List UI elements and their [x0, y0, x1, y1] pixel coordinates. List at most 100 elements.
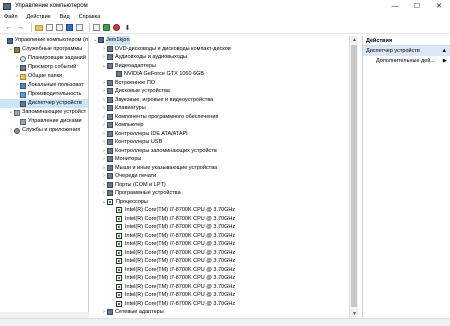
- show-hide-tree-icon[interactable]: [46, 24, 53, 31]
- menu-action[interactable]: Действие: [27, 14, 51, 20]
- up-folder-icon[interactable]: [35, 24, 43, 31]
- scroll-thumb[interactable]: [351, 45, 357, 307]
- device-category[interactable]: ⌄ Процессоры: [90, 198, 349, 207]
- device-category[interactable]: › Порты (COM и LPT): [90, 181, 349, 190]
- cpu-list-item[interactable]: Intel(R) Core(TM) i7-8700K CPU @ 3.70GHz: [90, 291, 349, 300]
- console-icon[interactable]: [76, 24, 83, 31]
- device-category[interactable]: › Контроллеры IDE ATA/ATAPI: [90, 130, 349, 139]
- tree-item[interactable]: › Локальные пользоват: [0, 81, 88, 90]
- device-category[interactable]: ⌄ Видеоадаптеры: [90, 62, 349, 71]
- properties-icon[interactable]: [56, 24, 63, 31]
- device-icon: [107, 309, 113, 316]
- cpu-list-item[interactable]: Intel(R) Core(TM) i7-8700K CPU @ 3.70GHz: [90, 223, 349, 232]
- tree-item[interactable]: ⌄ Запоминающие устройст: [0, 108, 88, 117]
- window-title: Управление компьютером: [15, 3, 88, 9]
- minimize-button[interactable]: —: [384, 0, 406, 12]
- dev-icon: [20, 64, 26, 71]
- device-category[interactable]: › Компоненты программного обеспечения: [90, 113, 349, 122]
- cpu-list-item[interactable]: Intel(R) Core(TM) i7-8700K CPU @ 3.70GHz: [90, 266, 349, 275]
- help-icon[interactable]: [66, 24, 73, 31]
- close-button[interactable]: ✕: [428, 0, 450, 12]
- computer-icon: [98, 37, 104, 44]
- device-label: Контроллеры запоминающих устройств: [115, 147, 217, 154]
- device-category[interactable]: NVIDIA GeForce GTX 1060 6GB: [90, 70, 349, 79]
- forward-arrow-icon[interactable]: →: [16, 23, 25, 32]
- device-category[interactable]: › Мониторы: [90, 155, 349, 164]
- device-category[interactable]: ⌄ Jem1kjon: [90, 36, 349, 45]
- actions-section-label: Диспетчер устройств: [366, 48, 420, 54]
- menu-view[interactable]: Вид: [60, 14, 70, 20]
- processor-icon: [107, 198, 113, 205]
- cpu-list-item[interactable]: Intel(R) Core(TM) i7-8700K CPU @ 3.70GHz: [90, 249, 349, 258]
- cpu-list-item[interactable]: Intel(R) Core(TM) i7-8700K CPU @ 3.70GHz: [90, 232, 349, 241]
- device-category[interactable]: › Компьютер: [90, 121, 349, 130]
- device-category[interactable]: › Сетевые адаптеры: [90, 308, 349, 317]
- device-icon: [107, 96, 113, 103]
- device-label: Компоненты программного обеспечения: [115, 113, 219, 120]
- device-label: Intel(R) Core(TM) i7-8700K CPU @ 3.70GHz: [125, 258, 236, 264]
- tree-item[interactable]: ⌄ Служебные программы: [0, 45, 88, 54]
- device-icon: [107, 88, 113, 95]
- tree-item[interactable]: › Службы и приложения: [0, 126, 88, 135]
- scan-hardware-icon[interactable]: [93, 24, 100, 31]
- device-category[interactable]: › Мыши и иные указывающие устройства: [90, 164, 349, 173]
- menu-bar: Файл Действие Вид Справка: [0, 12, 450, 22]
- tree-item[interactable]: Управление компьютером (л: [0, 36, 88, 45]
- uninstall-device-icon[interactable]: [113, 24, 120, 31]
- cpu-list-item[interactable]: Intel(R) Core(TM) i7-8700K CPU @ 3.70GHz: [90, 283, 349, 292]
- processor-icon: [116, 258, 122, 265]
- toolbar: ← → ⬇: [0, 22, 450, 34]
- back-arrow-icon[interactable]: ←: [4, 23, 13, 32]
- processor-icon: [116, 215, 122, 222]
- device-icon: [107, 173, 113, 180]
- menu-help[interactable]: Справка: [79, 14, 101, 20]
- cpu-list-item[interactable]: Intel(R) Core(TM) i7-8700K CPU @ 3.70GHz: [90, 300, 349, 309]
- device-label: Intel(R) Core(TM) i7-8700K CPU @ 3.70GHz: [125, 283, 236, 290]
- cpu-list-item[interactable]: Intel(R) Core(TM) i7-8700K CPU @ 3.70GHz: [90, 206, 349, 215]
- device-category[interactable]: › Дисковые устройства: [90, 87, 349, 96]
- menu-file[interactable]: Файл: [4, 14, 18, 20]
- device-label: Intel(R) Core(TM) i7-8700K CPU @ 3.70GHz: [125, 241, 236, 247]
- device-category[interactable]: › Очереди печати: [90, 172, 349, 181]
- device-category[interactable]: › Клавиатуры: [90, 104, 349, 113]
- tree-item[interactable]: › Производительность: [0, 90, 88, 99]
- tree-item[interactable]: Диспетчер устройств: [0, 99, 88, 108]
- tree-item[interactable]: › Просмотр событий: [0, 63, 88, 72]
- device-label: DVD-дисководы и дисководы компакт-дисков: [115, 45, 231, 52]
- tree-item-label: Локальные пользоват: [28, 82, 84, 88]
- scroll-down-icon[interactable]: ▼: [350, 310, 359, 318]
- device-category[interactable]: › Контроллеры USB: [90, 138, 349, 147]
- console-tree: Управление компьютером (л ⌄ Служебные прог…: [0, 36, 89, 318]
- scroll-up-icon[interactable]: ▲: [350, 36, 359, 44]
- device-label: Клавиатуры: [115, 105, 146, 111]
- device-category[interactable]: › Контроллеры запоминающих устройств: [90, 147, 349, 156]
- device-category[interactable]: › Звуковые, игровые и видеоустройства: [90, 96, 349, 105]
- maximize-button[interactable]: ☐: [406, 0, 428, 12]
- cpu-list-item[interactable]: Intel(R) Core(TM) i7-8700K CPU @ 3.70GHz: [90, 274, 349, 283]
- gear-icon: [14, 127, 20, 134]
- device-label: Intel(R) Core(TM) i7-8700K CPU @ 3.70GHz: [125, 300, 236, 307]
- device-category[interactable]: › Программные устройства: [90, 189, 349, 198]
- device-category[interactable]: › Аудиовходы и аудиовыходы: [90, 53, 349, 62]
- collapse-arrow-icon[interactable]: ▲: [442, 46, 447, 56]
- cpu-list-item[interactable]: Intel(R) Core(TM) i7-8700K CPU @ 3.70GHz: [90, 215, 349, 224]
- pc-icon: [6, 37, 13, 44]
- submenu-arrow-icon: ▶: [442, 58, 447, 64]
- device-icon: [107, 139, 113, 146]
- device-label: NVIDIA GeForce GTX 1060 6GB: [124, 71, 205, 77]
- tree-item[interactable]: Управление дисками: [0, 117, 88, 126]
- tree-item[interactable]: › Общие папки: [0, 72, 88, 81]
- tree-item[interactable]: › Планировщик заданий: [0, 54, 88, 63]
- tree-item-label: Диспетчер устройств: [28, 100, 82, 106]
- processor-icon: [116, 207, 122, 214]
- more-actions-item[interactable]: Дополнительные дей... ▶: [363, 56, 450, 66]
- device-category[interactable]: › DVD-дисководы и дисководы компакт-диско…: [90, 45, 349, 54]
- actions-section-device-manager[interactable]: Диспетчер устройств ▲: [363, 46, 450, 56]
- vertical-scrollbar[interactable]: ▲ ▼: [349, 36, 358, 318]
- cpu-list-item[interactable]: Intel(R) Core(TM) i7-8700K CPU @ 3.70GHz: [90, 240, 349, 249]
- cpu-list-item[interactable]: Intel(R) Core(TM) i7-8700K CPU @ 3.70GHz: [90, 257, 349, 266]
- device-label: Программные устройства: [115, 190, 181, 196]
- update-driver-icon[interactable]: [103, 24, 110, 31]
- device-category[interactable]: › Встроенное ПО: [90, 79, 349, 88]
- disable-device-icon[interactable]: ⬇: [123, 23, 132, 32]
